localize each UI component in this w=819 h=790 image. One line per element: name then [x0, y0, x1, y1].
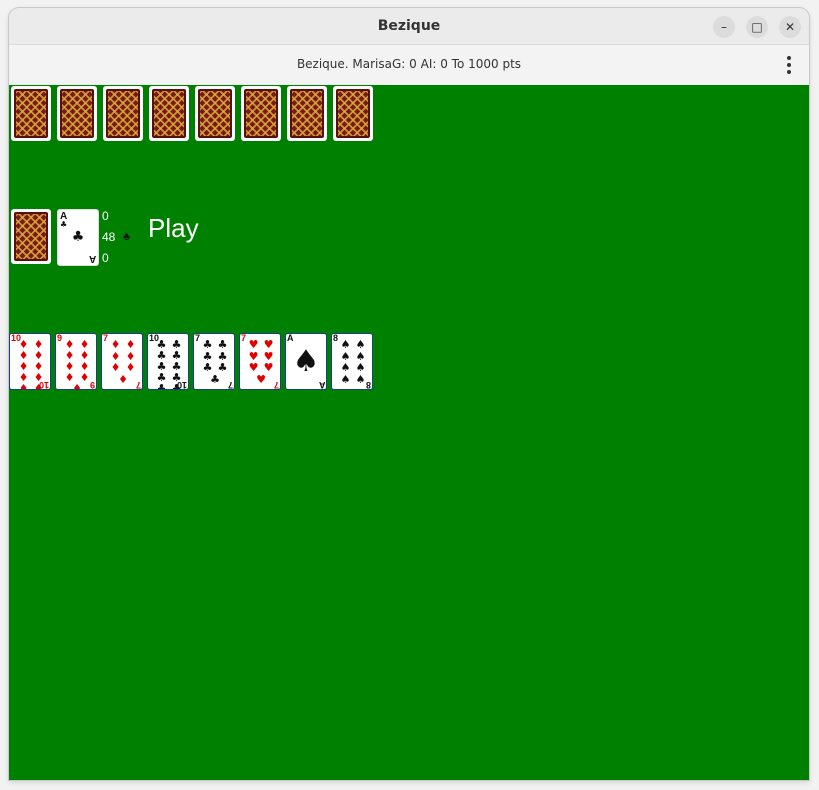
card-back-pattern — [106, 89, 140, 138]
card-pip: ♥ — [263, 338, 274, 352]
header-bar: Bezique. MarisaG: 0 AI: 0 To 1000 pts — [9, 45, 809, 84]
dot-icon — [787, 70, 791, 74]
card-rank-bottom: 7 — [273, 380, 279, 390]
opponent-card — [11, 86, 51, 141]
card-pip: ♣ — [202, 361, 213, 375]
close-button[interactable]: ✕ — [779, 16, 801, 38]
card-back-pattern — [198, 89, 232, 138]
trump-card-rank-bottom: A — [88, 253, 96, 264]
card-pip: ♦ — [125, 361, 136, 375]
dot-icon — [787, 56, 791, 60]
card-rank-bottom: A — [318, 380, 326, 390]
trump-suit-indicator: ♣ — [123, 231, 131, 243]
card-back-pattern — [244, 89, 278, 138]
card-rank-bottom: 10 — [38, 380, 49, 390]
hand-card[interactable]: 9 ♦ ♦ ♦ ♦ ♦ ♦ ♦ ♦ ♦ 9 — [55, 333, 97, 390]
card-pip: ♣ — [217, 349, 228, 363]
player-score: 0 — [102, 209, 109, 223]
card-pips: ♥ ♥ ♥ ♥ ♥ ♥ ♥ — [246, 339, 276, 385]
minimize-button[interactable]: – — [713, 16, 735, 38]
card-pip: ♠ — [292, 344, 320, 379]
card-pip: ♠ — [355, 361, 366, 375]
card-pips: ♦ ♦ ♦ ♦ ♦ ♦ ♦ — [108, 339, 138, 385]
opponent-card — [195, 86, 235, 141]
card-pip: ♥ — [263, 361, 274, 375]
card-pip: ♦ — [110, 349, 121, 363]
card-pip: ♣ — [217, 338, 228, 352]
card-back-pattern — [152, 89, 186, 138]
opponent-card — [287, 86, 327, 141]
card-pip: ♥ — [248, 338, 259, 352]
card-back-pattern — [336, 89, 370, 138]
card-pip: ♦ — [118, 372, 128, 386]
card-pips: ♦ ♦ ♦ ♦ ♦ ♦ ♦ ♦ ♦ ♦ — [16, 339, 46, 389]
menu-button[interactable] — [781, 54, 797, 76]
card-rank-bottom: 7 — [227, 380, 233, 390]
cards-left-count: 48 — [102, 230, 116, 244]
opponent-card — [149, 86, 189, 141]
card-pips: ♠ ♠ ♠ ♠ ♠ ♠ ♠ ♠ — [338, 339, 368, 385]
opponent-score: 0 — [102, 251, 109, 265]
card-pip: ♥ — [263, 349, 274, 363]
hand-card[interactable]: 7 ♦ ♦ ♦ ♦ ♦ ♦ ♦ 7 — [101, 333, 143, 390]
hand-card[interactable]: 8 ♠ ♠ ♠ ♠ ♠ ♠ ♠ ♠ 8 — [331, 333, 373, 390]
card-pip: ♠ — [355, 338, 366, 352]
title-bar: Bezique – □ ✕ — [9, 8, 809, 45]
trump-card-pip: ♣ — [71, 229, 85, 245]
card-rank-bottom: 7 — [135, 380, 141, 390]
opponent-card — [57, 86, 97, 141]
window-title: Bezique — [377, 18, 441, 34]
card-pip: ♣ — [217, 361, 228, 375]
card-pip: ♥ — [248, 361, 259, 375]
status-text: Bezique. MarisaG: 0 AI: 0 To 1000 pts — [296, 57, 522, 71]
opponent-card — [241, 86, 281, 141]
card-pip: ♦ — [110, 361, 121, 375]
opponent-card — [333, 86, 373, 141]
stock-pile[interactable] — [11, 209, 51, 264]
maximize-button[interactable]: □ — [746, 16, 768, 38]
card-pip: ♣ — [202, 338, 213, 352]
game-table: A ♣ ♣ A 0 48 ♣ 0 Play 10 ♦ ♦ ♦ ♦ ♦ ♦ ♦ ♦ ♦ ♦ 10 9 ♦ ♦ ♦… — [9, 85, 809, 780]
opponent-card — [103, 86, 143, 141]
card-pip: ♠ — [340, 338, 351, 352]
dot-icon — [787, 63, 791, 67]
trump-card: A ♣ ♣ A — [57, 209, 99, 266]
card-pips: ♦ ♦ ♦ ♦ ♦ ♦ ♦ ♦ ♦ — [62, 339, 92, 389]
app-window: Bezique – □ ✕ Bezique. MarisaG: 0 AI: 0 … — [9, 8, 809, 780]
trump-card-corner-suit: ♣ — [60, 220, 68, 229]
card-pip: ♦ — [125, 349, 136, 363]
card-pip: ♥ — [248, 349, 259, 363]
card-rank-bottom: 10 — [176, 380, 187, 390]
card-back-pattern — [60, 89, 94, 138]
card-pip: ♦ — [72, 382, 82, 390]
card-pip: ♠ — [340, 349, 351, 363]
card-pip: ♥ — [256, 372, 266, 386]
card-pip: ♣ — [156, 382, 167, 390]
card-back-pattern — [14, 212, 48, 261]
card-rank-bottom: 9 — [89, 380, 95, 390]
card-pip: ♠ — [340, 372, 351, 386]
hand-card[interactable]: A ♠ A — [285, 333, 327, 390]
hand-card[interactable]: 7 ♣ ♣ ♣ ♣ ♣ ♣ ♣ 7 — [193, 333, 235, 390]
card-pip: ♦ — [125, 338, 136, 352]
hand-card[interactable]: 10 ♣ ♣ ♣ ♣ ♣ ♣ ♣ ♣ ♣ ♣ 10 — [147, 333, 189, 390]
play-button[interactable]: Play — [148, 213, 199, 244]
card-pip: ♣ — [202, 349, 213, 363]
card-pip: ♠ — [340, 361, 351, 375]
card-pip: ♣ — [210, 372, 220, 386]
card-back-pattern — [14, 89, 48, 138]
card-rank-bottom: 8 — [365, 380, 371, 390]
card-pip: ♦ — [18, 382, 29, 390]
hand-card[interactable]: 10 ♦ ♦ ♦ ♦ ♦ ♦ ♦ ♦ ♦ ♦ 10 — [9, 333, 51, 390]
card-pip: ♠ — [355, 349, 366, 363]
card-pips: ♣ ♣ ♣ ♣ ♣ ♣ ♣ ♣ ♣ ♣ — [154, 339, 184, 389]
card-back-pattern — [290, 89, 324, 138]
card-pip: ♦ — [110, 338, 121, 352]
hand-card[interactable]: 7 ♥ ♥ ♥ ♥ ♥ ♥ ♥ 7 — [239, 333, 281, 390]
card-rank: A — [287, 333, 294, 343]
card-pips: ♣ ♣ ♣ ♣ ♣ ♣ ♣ — [200, 339, 230, 385]
